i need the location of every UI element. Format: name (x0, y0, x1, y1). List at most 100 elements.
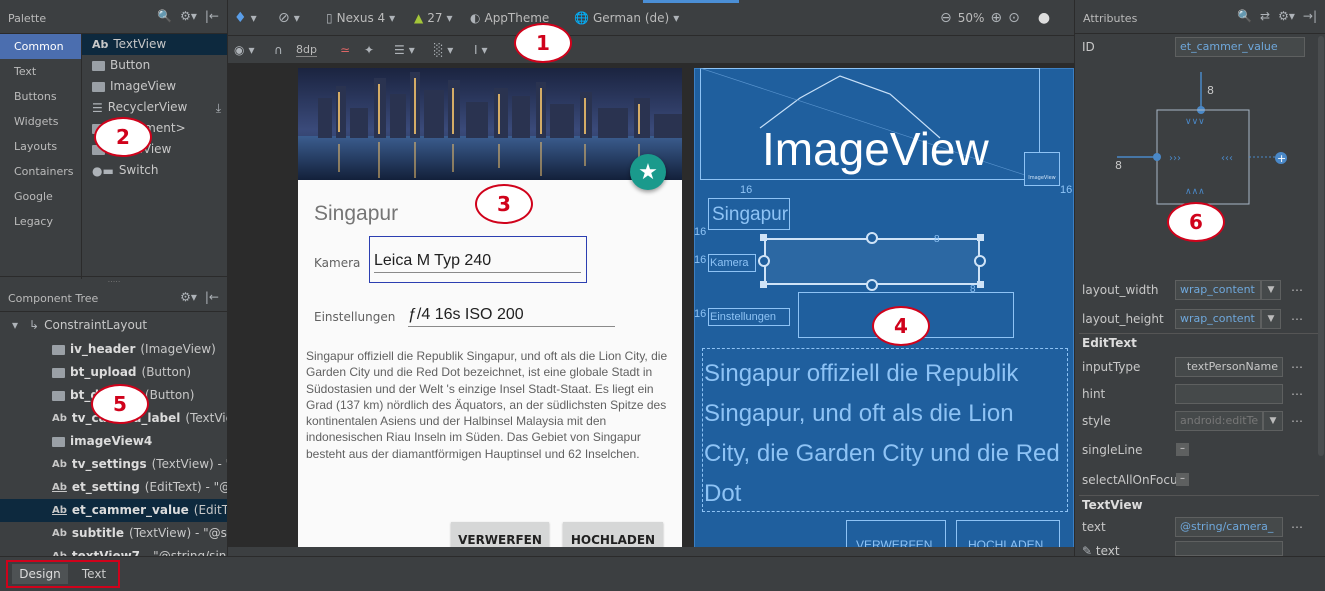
palette-category-common[interactable]: Common (0, 34, 81, 59)
infer-constraints-button[interactable]: ✦ (364, 36, 374, 64)
more-icon[interactable]: ⋯ (1291, 414, 1303, 428)
singleline-checkbox[interactable]: – (1176, 443, 1189, 456)
inputtype-field[interactable]: textPersonName (1175, 357, 1283, 377)
more-icon[interactable]: ⋯ (1291, 283, 1303, 297)
header-image[interactable] (298, 68, 682, 180)
zoom-fit-icon[interactable]: ⊙ (1008, 11, 1020, 25)
callout-3: 3 (475, 184, 533, 224)
tree-root-label: ConstraintLayout (44, 318, 148, 332)
default-margin-field[interactable]: 8dp (296, 36, 317, 64)
chevron-down-icon[interactable]: ▼ (1261, 280, 1281, 300)
tree-root-constraintlayout[interactable]: ▾ ↳ ConstraintLayout (0, 312, 227, 338)
palette-category-legacy[interactable]: Legacy (0, 209, 81, 234)
more-icon[interactable]: ⋯ (1291, 312, 1303, 326)
inputtype-label: inputType (1082, 360, 1141, 374)
settings-value-field[interactable]: ƒ/4 16s ISO 200 (408, 306, 615, 327)
zoom-in-icon[interactable]: ⊕ (990, 11, 1002, 25)
palette-item-button[interactable]: Button (82, 55, 227, 76)
bp-fab-box[interactable]: ImageView (1024, 152, 1060, 186)
constraint-anchor[interactable] (866, 232, 878, 244)
more-icon[interactable]: ⋯ (1291, 360, 1303, 374)
tree-item[interactable]: iv_header (ImageView) (0, 338, 227, 361)
theme-icon: ◐ (470, 11, 481, 25)
layout-width-select[interactable]: wrap_content (1175, 280, 1261, 300)
design-canvas[interactable]: ★ Singapur Kamera Leica M Typ 240 Einste… (228, 64, 1074, 556)
divider (1079, 333, 1319, 334)
search-icon[interactable]: 🔍 (1237, 10, 1252, 22)
gear-icon[interactable]: ⚙▾ (180, 291, 197, 303)
tree-item-type: (Button) (144, 388, 195, 402)
textview-icon: Ab (92, 38, 109, 51)
resize-handle[interactable] (977, 281, 984, 288)
chevron-down-icon[interactable]: ▼ (1261, 309, 1281, 329)
gear-icon[interactable]: ⚙▾ (1278, 10, 1295, 22)
margin-left-value[interactable]: 8 (1115, 159, 1122, 172)
design-preview[interactable]: ★ Singapur Kamera Leica M Typ 240 Einste… (298, 68, 682, 556)
star-fab-icon[interactable]: ★ (630, 154, 666, 190)
attributes-scrollbar[interactable] (1318, 36, 1324, 456)
palette-title: Palette (8, 12, 47, 25)
gear-icon[interactable]: ⚙▾ (180, 10, 197, 22)
swap-view-icon[interactable]: ⇄ (1260, 10, 1270, 22)
clear-constraints-button[interactable]: ≃ (340, 36, 350, 64)
palette-item-switch[interactable]: ●▬ Switch (82, 160, 227, 181)
autoconnect-toggle[interactable]: ∩ (274, 36, 283, 64)
palette-item-textview[interactable]: Ab TextView (82, 34, 227, 55)
tree-item[interactable]: bt_upload (Button) (0, 361, 227, 384)
text-field[interactable]: @string/camera_ (1175, 517, 1283, 537)
palette-item-recyclerview[interactable]: ☰ RecyclerView ⤓ (82, 97, 227, 118)
pack-dropdown[interactable]: ☰ ▾ (394, 36, 415, 64)
guidelines-dropdown[interactable]: I ▾ (474, 36, 488, 64)
constraint-anchor[interactable] (866, 279, 878, 291)
palette-category-containers[interactable]: Containers (0, 159, 81, 184)
constraint-anchor[interactable] (974, 255, 986, 267)
hint-field[interactable] (1175, 384, 1283, 404)
api-dropdown[interactable]: ▲ 27 ▾ (414, 0, 453, 36)
search-icon[interactable]: 🔍 (157, 10, 172, 22)
resize-handle[interactable] (977, 234, 984, 241)
constraint-anchor[interactable] (758, 255, 770, 267)
locale-dropdown[interactable]: 🌐 German (de) ▾ (574, 0, 679, 36)
device-dropdown[interactable]: ▯ Nexus 4 ▾ (326, 0, 395, 36)
palette-category-layouts[interactable]: Layouts (0, 134, 81, 159)
more-icon[interactable]: ⋯ (1291, 520, 1303, 534)
chevron-down-icon[interactable]: ▼ (1263, 411, 1283, 431)
palette-splitter[interactable]: ..... (0, 276, 228, 286)
zoom-out-icon[interactable]: ⊖ (940, 11, 952, 25)
design-tab[interactable]: Design (12, 564, 68, 584)
text-tab[interactable]: Text (72, 564, 116, 584)
image-icon (52, 344, 65, 355)
selectall-checkbox[interactable]: – (1176, 473, 1189, 486)
tools-text-field[interactable] (1175, 541, 1283, 556)
download-icon[interactable]: ⤓ (216, 102, 221, 114)
tree-item[interactable]: Ab subtitle (TextView) - "@string (0, 522, 227, 545)
tree-item[interactable]: imageView4 (0, 430, 227, 453)
style-select[interactable]: android:editTe (1175, 411, 1263, 431)
warning-icon[interactable]: ● (1038, 11, 1050, 25)
margin-top-value[interactable]: 8 (1207, 84, 1214, 97)
palette-category-text[interactable]: Text (0, 59, 81, 84)
palette-category-buttons[interactable]: Buttons (0, 84, 81, 109)
hide-panel-icon[interactable]: →| (1303, 10, 1317, 22)
palette-category-widgets[interactable]: Widgets (0, 109, 81, 134)
layer-dropdown[interactable]: ♦ ▾ (234, 0, 257, 36)
tree-item-type: (Button) (141, 365, 192, 379)
canvas-horizontal-scrollbar[interactable] (228, 547, 1074, 556)
palette-item-imageview[interactable]: ImageView (82, 76, 227, 97)
bp-selected-edittext[interactable] (764, 238, 980, 285)
hide-panel-icon[interactable]: |← (205, 291, 219, 303)
tree-item[interactable]: Ab tv_settings (TextView) - "@ (0, 453, 227, 476)
view-options-dropdown[interactable]: ◉ ▾ (234, 36, 255, 64)
camera-value-field[interactable]: Leica M Typ 240 (374, 252, 581, 273)
resize-handle[interactable] (760, 234, 767, 241)
orientation-dropdown[interactable]: ⊘ ▾ (278, 0, 300, 36)
palette-category-google[interactable]: Google (0, 184, 81, 209)
layout-height-select[interactable]: wrap_content (1175, 309, 1261, 329)
id-input[interactable]: et_cammer_value (1175, 37, 1305, 57)
hide-panel-icon[interactable]: |← (205, 10, 219, 22)
more-icon[interactable]: ⋯ (1291, 387, 1303, 401)
align-dropdown[interactable]: ░ ▾ (434, 36, 453, 64)
resize-handle[interactable] (760, 281, 767, 288)
tree-item-selected[interactable]: Ab et_cammer_value (EditText (0, 499, 227, 522)
tree-item[interactable]: Ab et_setting (EditText) - "@st (0, 476, 227, 499)
